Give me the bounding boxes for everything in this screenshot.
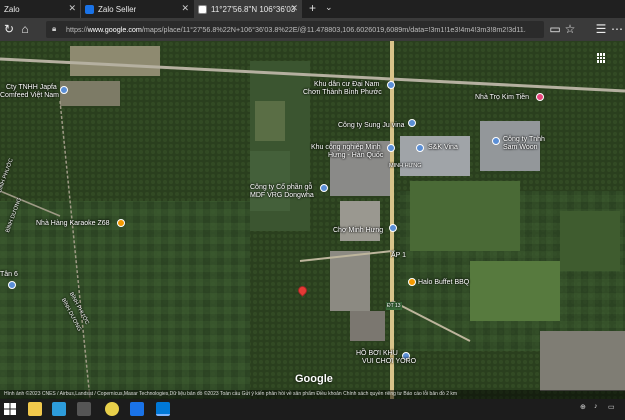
- calculator-icon[interactable]: [77, 402, 91, 416]
- map-label[interactable]: Khu công nghiệp Minh: [311, 144, 381, 152]
- map-label[interactable]: Chợ Minh Hưng: [333, 227, 383, 235]
- poi-marker[interactable]: [408, 119, 416, 127]
- map-label[interactable]: Sam Woon: [503, 144, 538, 152]
- map-label[interactable]: Chơn Thành Bình Phước: [303, 89, 382, 97]
- tab-zalo-seller-label: Zalo Seller: [98, 4, 137, 14]
- favorite-star-icon[interactable]: ☆: [563, 22, 577, 36]
- url-text: https://www.google.com/maps/place/11°27'…: [66, 25, 526, 34]
- chevron-down-icon[interactable]: ⌄: [325, 2, 333, 13]
- tab-bar: Zalo ✕ Zalo Seller ✕ 11°27'56.8"N 106°36…: [0, 0, 625, 18]
- tab-zalo-label: Zalo: [4, 4, 20, 14]
- windows-taskbar: ⊕ ♪ ▭: [0, 399, 625, 420]
- browser-toolbar: ↻ ⌂ 🔒︎ https://www.google.com/maps/place…: [0, 18, 625, 41]
- map-label[interactable]: Nhà Trọ Kim Tiền: [475, 94, 529, 102]
- map-label: ĐT 13: [386, 302, 402, 310]
- refresh-icon[interactable]: ↻: [2, 22, 16, 36]
- edge-icon[interactable]: [156, 402, 170, 416]
- map-label[interactable]: Công ty Cổ phần gỗ: [250, 184, 312, 192]
- lock-icon: 🔒︎: [52, 24, 57, 33]
- map-label[interactable]: Khu dân cư Đại Nam: [314, 81, 379, 89]
- chrome-icon[interactable]: [105, 402, 119, 416]
- poi-marker[interactable]: [387, 81, 395, 89]
- map-label[interactable]: S&K Vina: [428, 144, 458, 152]
- favorites-list-icon[interactable]: ☰: [594, 22, 608, 36]
- map-label: MINH HƯNG: [389, 163, 422, 169]
- map-label[interactable]: Comfeed Việt Nam: [0, 92, 59, 100]
- tab-maps-label: 11°27'56.8"N 106°36'03: [211, 4, 296, 14]
- tab-zalo[interactable]: Zalo ✕: [0, 0, 80, 18]
- poi-marker[interactable]: [60, 86, 68, 94]
- home-icon[interactable]: ⌂: [18, 22, 32, 36]
- poi-marker[interactable]: [389, 224, 397, 232]
- map-label[interactable]: Tân 6: [0, 271, 18, 279]
- poi-marker[interactable]: [536, 93, 544, 101]
- map-label[interactable]: HỒ BƠI KHU: [356, 350, 398, 358]
- map-label[interactable]: Cty TNHH Japfa: [6, 84, 57, 92]
- tab-maps[interactable]: 11°27'56.8"N 106°36'03 ✕: [194, 0, 302, 18]
- map-label[interactable]: VUI CHƠI YORO: [362, 358, 416, 366]
- new-tab-button[interactable]: +: [309, 1, 316, 15]
- close-icon[interactable]: ✕: [290, 3, 298, 14]
- map-label[interactable]: Công ty Tnhh: [503, 136, 545, 144]
- close-icon[interactable]: ✕: [68, 3, 76, 14]
- close-icon[interactable]: ✕: [181, 3, 189, 14]
- file-explorer-icon[interactable]: [28, 402, 42, 416]
- apps-grid-icon[interactable]: [597, 53, 607, 63]
- map-label[interactable]: MDF VRG Dongwha: [250, 192, 314, 200]
- store-icon[interactable]: [52, 402, 66, 416]
- tab-zalo-seller[interactable]: Zalo Seller ✕: [80, 0, 193, 18]
- map-label[interactable]: Hưng - Hàn Quốc: [328, 152, 383, 160]
- poi-marker[interactable]: [117, 219, 125, 227]
- poi-marker[interactable]: [492, 137, 500, 145]
- poi-marker[interactable]: [387, 144, 395, 152]
- zalo-icon[interactable]: [130, 402, 144, 416]
- map-label: ẤP 1: [391, 252, 407, 259]
- zalo-icon: [85, 4, 94, 14]
- windows-start-icon[interactable]: [4, 402, 18, 416]
- notification-icon[interactable]: ▭: [608, 403, 615, 411]
- google-logo: Google: [295, 373, 333, 385]
- map-label[interactable]: Nhà Hàng Karaoke Z68: [36, 220, 110, 228]
- poi-marker[interactable]: [320, 184, 328, 192]
- poi-marker[interactable]: [416, 144, 424, 152]
- page-icon: [198, 4, 207, 14]
- poi-marker[interactable]: [8, 281, 16, 289]
- more-icon[interactable]: ⋯: [610, 22, 624, 36]
- map-credits: Hình ảnh ©2023 CNES / Airbus,Landsat / C…: [0, 390, 625, 399]
- map-label[interactable]: Halo Buffet BBQ: [418, 279, 469, 287]
- volume-icon[interactable]: ♪: [594, 403, 598, 410]
- satellite-map[interactable]: Cty TNHH Japfa Comfeed Việt Nam Khu dân …: [0, 41, 625, 399]
- address-bar[interactable]: 🔒︎ https://www.google.com/maps/place/11°…: [46, 21, 544, 38]
- map-label[interactable]: Công ty Sung Ju vina: [338, 122, 405, 130]
- reading-view-icon[interactable]: ▭: [548, 22, 562, 36]
- network-icon[interactable]: ⊕: [580, 403, 586, 411]
- poi-marker[interactable]: [408, 278, 416, 286]
